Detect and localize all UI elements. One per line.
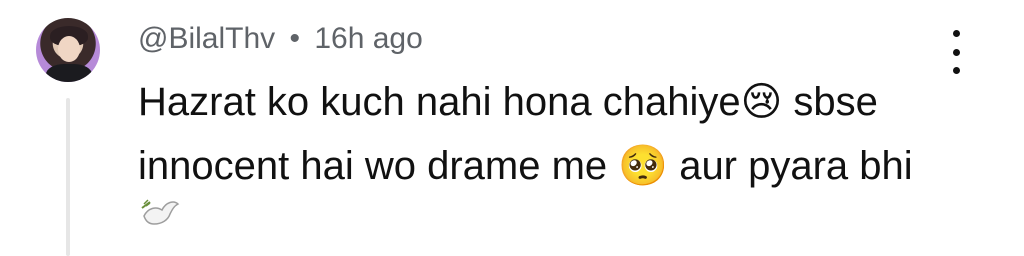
user-avatar[interactable] [36, 18, 100, 82]
avatar-face [58, 36, 80, 62]
comment-time[interactable]: 16h ago [314, 22, 422, 55]
comment-line2b: aur pyara bhi [668, 144, 913, 188]
comment-meta: @BilalThv • 16h ago [138, 22, 423, 56]
username[interactable]: @BilalThv [138, 22, 275, 55]
comment-text: Hazrat ko kuch nahi hona chahiye😢 sbse i… [138, 70, 958, 198]
comment-line2a: innocent hai wo drame me [138, 144, 619, 188]
avatar-shirt [46, 64, 92, 82]
crying-face-emoji: 😢 [740, 79, 783, 125]
menu-dot [952, 48, 960, 56]
dove-emoji [141, 199, 180, 225]
pleading-face-emoji: 🥺 [618, 143, 669, 189]
more-vert-icon[interactable] [944, 30, 968, 74]
comment-line1: Hazrat ko kuch nahi hona chahiye [138, 80, 741, 124]
thread-line [66, 98, 70, 256]
menu-dot [952, 30, 960, 37]
meta-separator: • [289, 22, 301, 55]
comment-line1-end: sbse [782, 80, 878, 124]
